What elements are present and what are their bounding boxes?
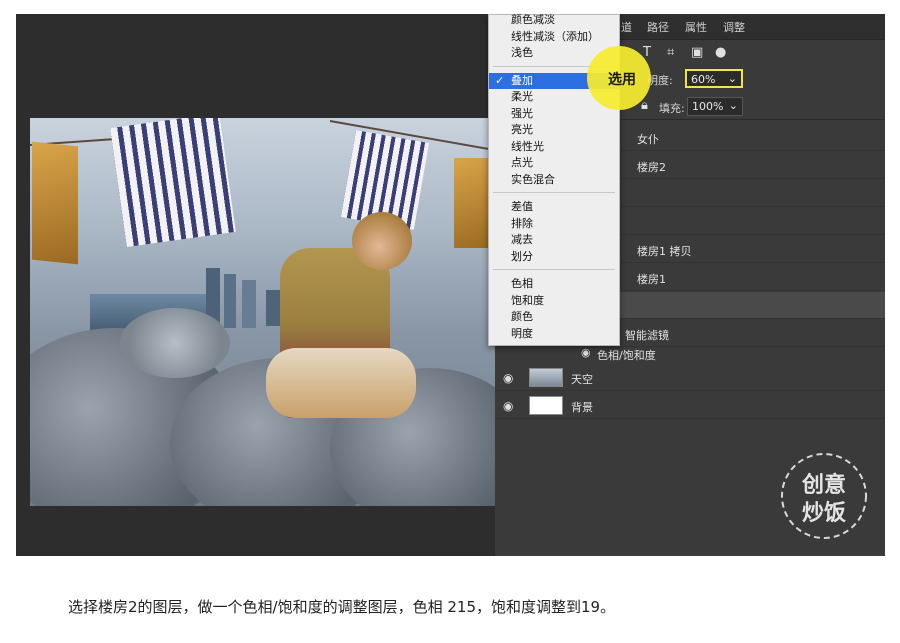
layer-name: 楼房1: [637, 273, 666, 286]
blend-mode-item[interactable]: 线性减淡（添加）: [489, 29, 619, 45]
blend-mode-label: 明度: [511, 326, 533, 340]
blend-mode-item[interactable]: 颜色减淡: [489, 14, 619, 28]
woman-figure-head: [352, 212, 412, 270]
blend-mode-label: 线性光: [511, 139, 544, 153]
blend-mode-label: 颜色减淡: [511, 14, 555, 26]
blend-mode-item[interactable]: 实色混合: [489, 172, 619, 188]
blend-mode-item[interactable]: 排除: [489, 216, 619, 232]
blend-mode-label: 色相: [511, 277, 533, 290]
cloud-4: [120, 308, 230, 378]
logo-line-2: 炒饭: [802, 500, 846, 526]
chevron-down-icon: ⌄: [728, 99, 738, 112]
layer-name: 天空: [571, 373, 593, 386]
eye-icon[interactable]: ◉: [503, 399, 513, 413]
blend-mode-item[interactable]: 颜色: [489, 309, 619, 325]
layer-name: 楼房2: [637, 161, 666, 174]
fill-field[interactable]: 100% ⌄: [687, 97, 743, 116]
blend-mode-label: 强光: [511, 106, 533, 120]
fill-value: 100%: [692, 100, 724, 113]
smart-object-filter-icon[interactable]: ▣: [691, 45, 703, 60]
shape-filter-icon[interactable]: ⌗: [667, 45, 674, 60]
blend-mode-label: 划分: [511, 249, 533, 263]
brand-logo: 创意 炒饭: [781, 453, 867, 539]
eye-icon[interactable]: ◉: [503, 371, 513, 385]
blend-mode-item[interactable]: 差值: [489, 199, 619, 215]
lock-icon[interactable]: 🔒︎: [641, 98, 648, 113]
hanging-cloth-yellow-left: [32, 141, 78, 265]
blend-mode-item[interactable]: 划分: [489, 249, 619, 265]
tab-channels[interactable]: 道: [621, 19, 632, 35]
hanging-cloth-yellow-right: [454, 158, 490, 248]
blend-mode-item[interactable]: 减去: [489, 232, 619, 248]
layer-thumbnail: [529, 396, 563, 415]
blend-mode-label: 差值: [511, 200, 533, 213]
blend-mode-item[interactable]: 明度: [489, 326, 619, 342]
blend-mode-item[interactable]: 点光: [489, 155, 619, 171]
blend-mode-label: 亮光: [511, 123, 533, 136]
layer-name: 背景: [571, 401, 593, 414]
logo-line-1: 创意: [801, 472, 846, 498]
tab-properties[interactable]: 属性: [685, 19, 707, 35]
checkmark-icon: ✓: [495, 73, 505, 87]
blend-mode-label: 饱和度: [511, 293, 544, 307]
layer-name: 色相/饱和度: [597, 349, 656, 362]
blend-mode-label: 实色混合: [511, 172, 555, 186]
layer-thumbnail: [529, 368, 563, 387]
blend-mode-label: 排除: [511, 216, 533, 230]
menu-separator: [493, 192, 615, 193]
caption-text: 选择楼房2的图层，做一个色相/饱和度的调整图层，色相 215，饱和度调整到19。: [68, 598, 616, 616]
layer-name: 女仆: [637, 133, 659, 146]
photoshop-screenshot: 道 路径 属性 调整 T ⌗ ▣ ● 明度: 60% ⌄ 🔒︎ 填充: 100%…: [16, 14, 885, 556]
opacity-field[interactable]: 60% ⌄: [685, 69, 743, 88]
hanging-striped-cloth: [110, 118, 236, 248]
blend-mode-label: 减去: [511, 233, 533, 246]
opacity-value: 60%: [691, 73, 716, 86]
blend-mode-item[interactable]: 强光: [489, 106, 619, 122]
layer-name: 楼房1 拷贝: [637, 245, 692, 258]
blend-mode-label: 点光: [511, 156, 533, 169]
blend-mode-item[interactable]: 色相: [489, 276, 619, 292]
tab-adjustments[interactable]: 调整: [723, 19, 745, 35]
menu-separator: [493, 269, 615, 270]
blend-mode-item[interactable]: 线性光: [489, 139, 619, 155]
document-canvas[interactable]: [30, 118, 495, 506]
woman-figure-legs: [266, 348, 416, 418]
blend-mode-item[interactable]: 饱和度: [489, 293, 619, 309]
layer-row[interactable]: ◉ 背景: [495, 392, 885, 419]
blend-mode-item[interactable]: 亮光: [489, 122, 619, 138]
tab-paths[interactable]: 路径: [647, 19, 669, 35]
eye-icon[interactable]: ◉: [581, 346, 591, 359]
blend-mode-label: 柔光: [511, 90, 533, 103]
blend-mode-label: 浅色: [511, 46, 533, 59]
highlight-label: 选用: [608, 72, 636, 88]
tower-2: [224, 274, 236, 328]
layer-row[interactable]: ◉ 天空: [495, 364, 885, 391]
tower-3: [242, 280, 256, 328]
filter-toggle-icon[interactable]: ●: [715, 45, 726, 60]
chevron-down-icon: ⌄: [727, 72, 737, 85]
blend-mode-label: 线性减淡（添加）: [511, 29, 599, 43]
blend-mode-label: 叠加: [511, 73, 533, 87]
blend-mode-label: 颜色: [511, 310, 533, 323]
fill-label: 填充:: [659, 102, 685, 115]
